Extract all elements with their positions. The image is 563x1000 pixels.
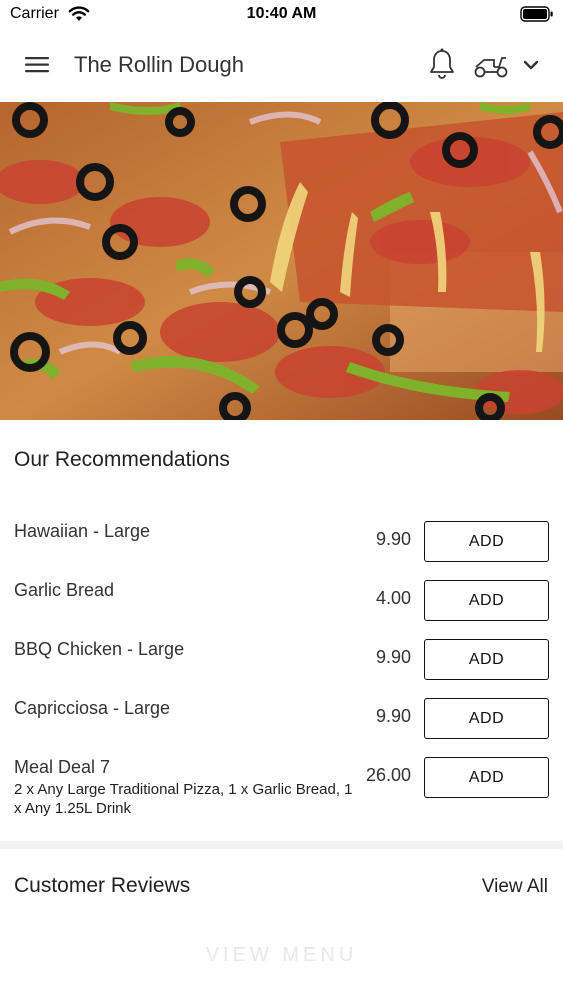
item-description: 2 x Any Large Traditional Pizza, 1 x Gar… — [14, 781, 353, 817]
chevron-down-icon[interactable] — [520, 54, 542, 76]
menu-icon[interactable] — [22, 52, 52, 78]
item-price: 9.90 — [375, 647, 411, 667]
item-price: 9.90 — [375, 706, 411, 726]
bell-icon[interactable] — [426, 47, 458, 81]
clock: 10:40 AM — [246, 5, 317, 22]
add-button[interactable]: ADD — [424, 639, 549, 680]
battery-icon — [520, 6, 553, 22]
reviews-title: Customer Reviews — [14, 874, 191, 897]
hero-banner — [0, 102, 563, 420]
section-divider — [0, 841, 563, 849]
page-title: The Rollin Dough — [74, 52, 244, 77]
scooter-icon[interactable] — [472, 50, 510, 80]
status-bar: Carrier 10:40 AM — [0, 0, 563, 30]
item-price: 4.00 — [375, 588, 411, 608]
pizza-photo — [0, 102, 563, 420]
add-button[interactable]: ADD — [424, 757, 549, 798]
item-name: Hawaiian - Large — [14, 521, 151, 541]
view-all-link[interactable]: View All — [482, 876, 548, 898]
item-name: BBQ Chicken - Large — [14, 639, 185, 659]
item-price: 9.90 — [375, 529, 411, 549]
item-name: Meal Deal 7 — [14, 757, 111, 777]
item-price: 26.00 — [365, 765, 411, 785]
add-button[interactable]: ADD — [424, 521, 549, 562]
recommendations-title: Our Recommendations — [14, 448, 230, 471]
add-button[interactable]: ADD — [424, 580, 549, 621]
item-name: Capricciosa - Large — [14, 698, 171, 718]
add-button[interactable]: ADD — [424, 698, 549, 739]
app-header: The Rollin Dough — [0, 30, 563, 102]
view-menu-button[interactable]: VIEW MENU — [0, 944, 563, 967]
item-name: Garlic Bread — [14, 580, 115, 600]
